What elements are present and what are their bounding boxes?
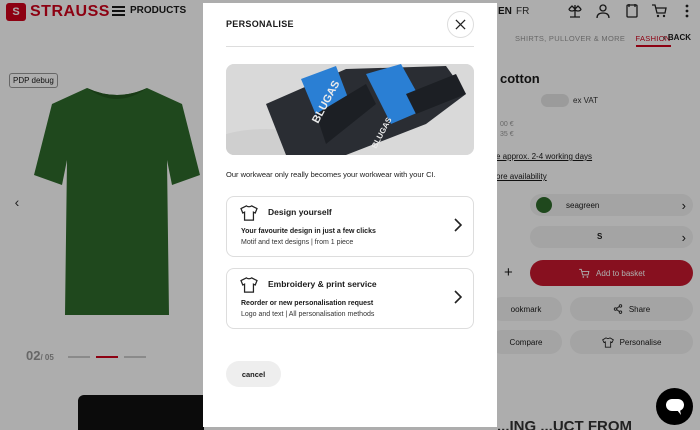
option-subtitle: Reorder or new personalisation request	[241, 300, 374, 307]
close-button[interactable]	[447, 11, 474, 38]
option-description: Logo and text | All personalisation meth…	[241, 311, 375, 318]
chevron-right-icon	[454, 290, 462, 304]
modal-intro-text: Our workwear only really becomes your wo…	[226, 170, 436, 179]
chevron-right-icon	[454, 218, 462, 232]
tshirt-icon	[240, 205, 258, 221]
workwear-hero-image: BLUGAS BLUGAS	[226, 64, 474, 155]
option-subtitle: Your favourite design in just a few clic…	[241, 228, 376, 235]
personalise-modal: PERSONALISE BLUGAS BLUGAS Our workwear o…	[203, 3, 497, 427]
design-yourself-option[interactable]: Design yourself Your favourite design in…	[226, 196, 474, 257]
option-description: Motif and text designs | from 1 piece	[241, 239, 354, 246]
modal-title: PERSONALISE	[226, 19, 294, 29]
option-title: Design yourself	[268, 207, 332, 217]
modal-divider	[226, 46, 474, 47]
close-icon	[455, 19, 466, 30]
chat-bubble-icon	[665, 398, 684, 415]
tshirt-icon	[240, 277, 258, 293]
embroidery-print-option[interactable]: Embroidery & print service Reorder or ne…	[226, 268, 474, 329]
option-title: Embroidery & print service	[268, 279, 377, 289]
chat-button[interactable]	[656, 388, 693, 425]
cancel-button[interactable]: cancel	[226, 361, 281, 387]
